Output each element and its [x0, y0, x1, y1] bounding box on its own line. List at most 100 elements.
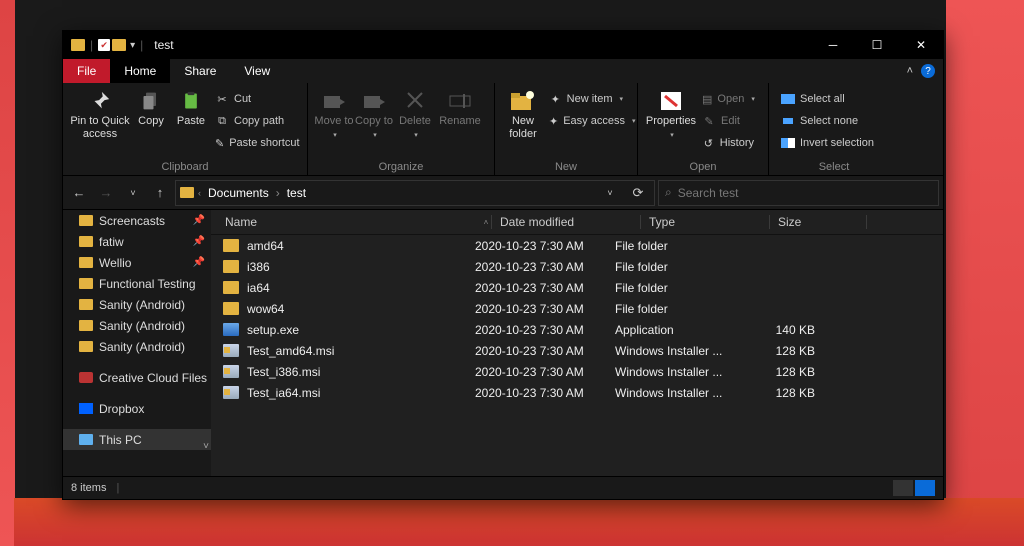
sidebar-item[interactable]: Wellio📌: [63, 252, 211, 273]
tab-share[interactable]: Share: [170, 59, 230, 83]
rename-button[interactable]: Rename: [436, 85, 484, 128]
invert-selection-button[interactable]: Invert selection: [777, 133, 889, 153]
rename-icon: [446, 89, 474, 113]
delete-button[interactable]: Delete▾: [394, 85, 436, 140]
crumb-test[interactable]: test: [284, 186, 309, 200]
view-details-button[interactable]: [893, 480, 913, 496]
edit-button[interactable]: ✎Edit: [698, 111, 758, 131]
col-name[interactable]: Name: [211, 215, 481, 229]
file-row[interactable]: Test_amd64.msi2020-10-23 7:30 AMWindows …: [211, 340, 943, 361]
move-icon: [320, 89, 348, 113]
tab-file[interactable]: File: [63, 59, 110, 83]
select-none-icon: [781, 116, 795, 126]
file-row[interactable]: amd642020-10-23 7:30 AMFile folder: [211, 235, 943, 256]
recent-locations-button[interactable]: ˅: [121, 181, 145, 205]
collapse-ribbon-icon[interactable]: ˄: [907, 65, 913, 77]
pin-icon: 📌: [193, 257, 205, 268]
maximize-button[interactable]: ☐: [855, 31, 899, 59]
pin-quick-access-button[interactable]: Pin to Quick access: [69, 85, 131, 140]
pc-icon: [79, 434, 93, 445]
edit-icon: ✎: [702, 114, 716, 128]
new-item-button[interactable]: ✦New item▾: [545, 89, 627, 109]
paste-shortcut-icon: ✎: [215, 136, 224, 150]
address-bar[interactable]: ‹ Documents › test ˅ ⟳: [175, 180, 655, 206]
search-box[interactable]: ⌕ Search test: [658, 180, 939, 206]
back-button[interactable]: ←: [67, 181, 91, 205]
dropdown-icon[interactable]: ▾: [130, 40, 135, 51]
easy-access-icon: ✦: [549, 114, 558, 128]
paste-icon: [177, 89, 205, 113]
file-name: i386: [247, 260, 475, 274]
pin-icon: 📌: [193, 215, 205, 226]
folder-icon: [79, 215, 93, 226]
file-size: 140 KB: [735, 323, 815, 337]
move-to-button[interactable]: Move to ▾: [314, 85, 354, 140]
file-row[interactable]: setup.exe2020-10-23 7:30 AMApplication14…: [211, 319, 943, 340]
status-bar: 8 items |: [63, 476, 943, 499]
cut-button[interactable]: ✂Cut: [211, 89, 297, 109]
copy-button[interactable]: Copy: [131, 85, 171, 128]
copy-to-button[interactable]: Copy to ▾: [354, 85, 394, 140]
file-date: 2020-10-23 7:30 AM: [475, 344, 615, 358]
select-all-icon: [781, 94, 795, 104]
file-row[interactable]: i3862020-10-23 7:30 AMFile folder: [211, 256, 943, 277]
history-button[interactable]: ↺History: [698, 133, 758, 153]
exe-icon: [223, 323, 239, 336]
titlebar[interactable]: | ✔ ▾ | test ─ ☐ ✕: [63, 31, 943, 59]
file-type: File folder: [615, 281, 735, 295]
expand-icon[interactable]: ˅: [203, 441, 209, 452]
minimize-button[interactable]: ─: [811, 31, 855, 59]
file-name: Test_ia64.msi: [247, 386, 475, 400]
paste-button[interactable]: Paste: [171, 85, 211, 128]
file-row[interactable]: wow642020-10-23 7:30 AMFile folder: [211, 298, 943, 319]
close-button[interactable]: ✕: [899, 31, 943, 59]
sidebar-item[interactable]: Sanity (Android): [63, 294, 211, 315]
sidebar-item[interactable]: Sanity (Android): [63, 315, 211, 336]
open-button[interactable]: ▤Open▾: [698, 89, 758, 109]
sidebar-this-pc[interactable]: This PC: [63, 429, 211, 450]
file-row[interactable]: Test_i386.msi2020-10-23 7:30 AMWindows I…: [211, 361, 943, 382]
sidebar-item[interactable]: Functional Testing: [63, 273, 211, 294]
new-folder-button[interactable]: New folder: [501, 85, 545, 140]
sidebar-item[interactable]: Sanity (Android): [63, 336, 211, 357]
file-name: amd64: [247, 239, 475, 253]
file-name: Test_amd64.msi: [247, 344, 475, 358]
sidebar-dropbox[interactable]: Dropbox: [63, 398, 211, 419]
file-date: 2020-10-23 7:30 AM: [475, 281, 615, 295]
refresh-button[interactable]: ⟳: [626, 181, 650, 205]
view-icons-button[interactable]: [915, 480, 935, 496]
select-none-button[interactable]: Select none: [777, 111, 889, 131]
open-icon: ▤: [702, 92, 712, 106]
select-all-button[interactable]: Select all: [777, 89, 889, 109]
file-row[interactable]: Test_ia64.msi2020-10-23 7:30 AMWindows I…: [211, 382, 943, 403]
copy-path-button[interactable]: ⧉Copy path: [211, 111, 297, 131]
forward-button[interactable]: →: [94, 181, 118, 205]
address-dropdown-button[interactable]: ˅: [598, 181, 622, 205]
help-icon[interactable]: ?: [921, 64, 935, 78]
sidebar-creative-cloud[interactable]: Creative Cloud Files: [63, 367, 211, 388]
easy-access-button[interactable]: ✦Easy access▾: [545, 111, 627, 131]
up-button[interactable]: ↑: [148, 181, 172, 205]
sidebar-item[interactable]: fatiw📌: [63, 231, 211, 252]
file-type: Windows Installer ...: [615, 386, 735, 400]
msi-icon: [223, 344, 239, 357]
file-row[interactable]: ia642020-10-23 7:30 AMFile folder: [211, 277, 943, 298]
file-list-pane: Name ˄ Date modified Type Size amd642020…: [211, 210, 943, 476]
tab-home[interactable]: Home: [110, 59, 170, 83]
search-icon: ⌕: [665, 185, 672, 200]
column-headers[interactable]: Name ˄ Date modified Type Size: [211, 210, 943, 235]
sidebar-item[interactable]: Screencasts📌: [63, 210, 211, 231]
folder-icon: [79, 299, 93, 310]
file-type: Windows Installer ...: [615, 344, 735, 358]
col-date[interactable]: Date modified: [500, 215, 640, 229]
navigation-pane[interactable]: Screencasts📌fatiw📌Wellio📌Functional Test…: [63, 210, 211, 476]
col-type[interactable]: Type: [649, 215, 769, 229]
folder-icon: [79, 236, 93, 247]
crumb-documents[interactable]: Documents: [205, 186, 272, 200]
tab-view[interactable]: View: [230, 59, 284, 83]
paste-shortcut-button[interactable]: ✎Paste shortcut: [211, 133, 297, 153]
properties-button[interactable]: Properties▾: [644, 85, 698, 140]
file-date: 2020-10-23 7:30 AM: [475, 260, 615, 274]
col-size[interactable]: Size: [778, 215, 858, 229]
file-type: File folder: [615, 260, 735, 274]
